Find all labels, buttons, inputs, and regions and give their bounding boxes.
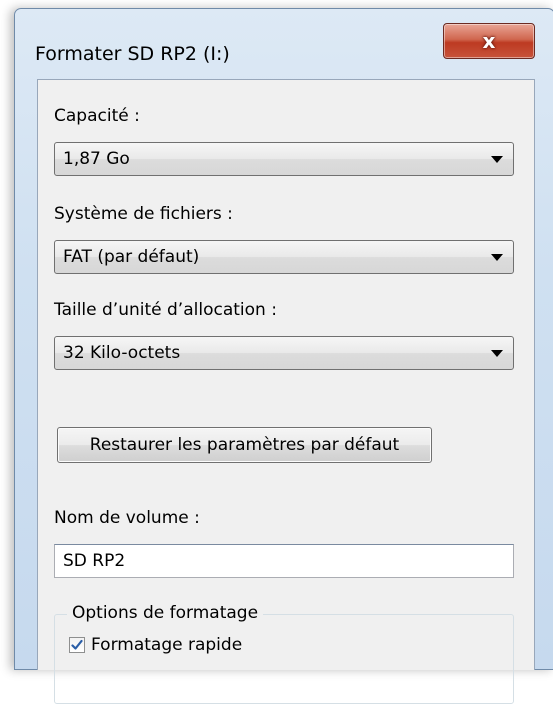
close-button[interactable]: x (443, 23, 535, 59)
filesystem-label: Système de fichiers : (54, 204, 233, 224)
volume-name-value: SD RP2 (63, 551, 126, 571)
volume-name-input[interactable]: SD RP2 (54, 544, 514, 578)
format-dialog-window: Formater SD RP2 (I:) x Capacité : 1,87 G… (14, 8, 553, 704)
restore-defaults-button[interactable]: Restaurer les paramètres par défaut (57, 427, 432, 463)
allocation-label: Taille d’unité d’allocation : (54, 300, 277, 320)
chevron-down-icon (491, 156, 503, 163)
filesystem-value: FAT (par défaut) (63, 247, 200, 267)
window-title: Formater SD RP2 (I:) (35, 43, 230, 65)
title-bar[interactable]: Formater SD RP2 (I:) x (15, 9, 553, 79)
chevron-down-icon (491, 350, 503, 357)
allocation-select[interactable]: 32 Kilo-octets (54, 336, 514, 370)
checkmark-icon (71, 639, 83, 650)
quick-format-option[interactable]: Formatage rapide (69, 635, 242, 655)
allocation-value: 32 Kilo-octets (63, 343, 181, 363)
capacity-select[interactable]: 1,87 Go (54, 142, 514, 176)
format-options-legend: Options de formatage (67, 603, 264, 623)
dialog-client-area: Capacité : 1,87 Go Système de fichiers :… (37, 79, 535, 704)
close-icon: x (482, 29, 496, 53)
capacity-label: Capacité : (54, 106, 140, 126)
capacity-value: 1,87 Go (63, 149, 130, 169)
format-options-group: Options de formatage Formatage rapide (54, 603, 514, 704)
quick-format-checkbox[interactable] (69, 637, 85, 653)
quick-format-label: Formatage rapide (91, 635, 243, 655)
volume-name-label: Nom de volume : (54, 508, 200, 528)
chevron-down-icon (491, 254, 503, 261)
filesystem-select[interactable]: FAT (par défaut) (54, 240, 514, 274)
